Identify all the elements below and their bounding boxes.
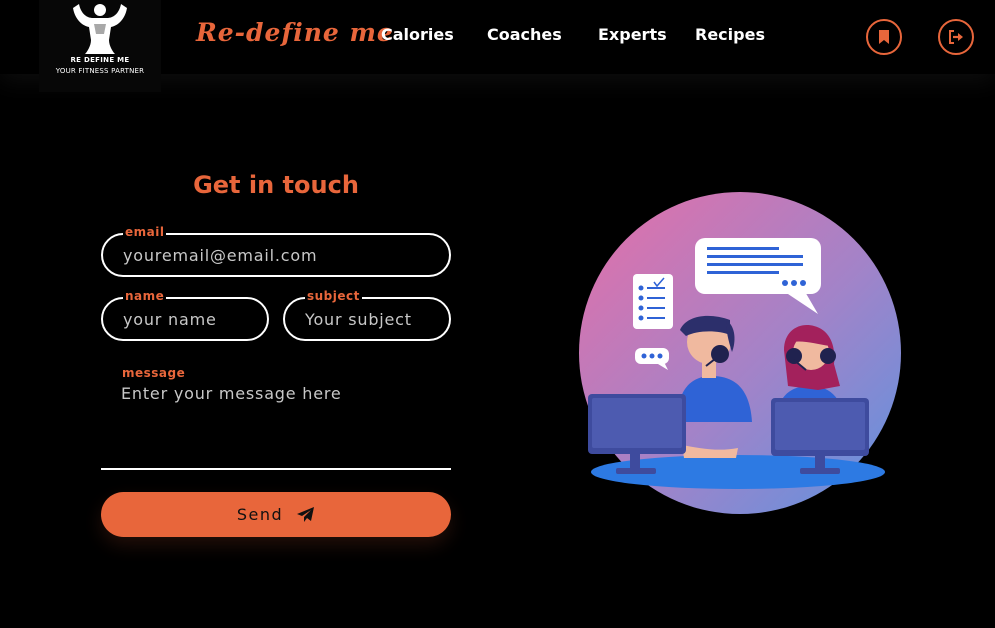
message-underline <box>101 468 451 470</box>
logo-title: RE DEFINE ME <box>70 56 130 64</box>
bodybuilder-logo-icon <box>73 4 127 54</box>
name-input[interactable] <box>123 299 257 339</box>
nav-calories[interactable]: Calories <box>381 25 454 44</box>
bookmark-icon <box>879 30 889 44</box>
logo-tagline: YOUR FITNESS PARTNER <box>55 67 145 75</box>
message-input[interactable] <box>119 382 453 466</box>
send-label: Send <box>236 505 284 524</box>
nav-coaches[interactable]: Coaches <box>487 25 562 44</box>
email-input[interactable] <box>123 235 439 275</box>
paper-plane-icon <box>297 506 315 522</box>
checklist-icon <box>633 274 673 329</box>
nav-recipes[interactable]: Recipes <box>695 25 765 44</box>
nav-experts[interactable]: Experts <box>598 25 667 44</box>
brand-name[interactable]: Re-define me <box>196 18 394 47</box>
name-field[interactable]: name <box>101 289 269 341</box>
logo[interactable]: RE DEFINE ME YOUR FITNESS PARTNER <box>39 0 161 92</box>
message-label: message <box>122 366 186 380</box>
logout-button[interactable] <box>938 19 974 55</box>
send-button[interactable]: Send <box>101 492 451 537</box>
email-field[interactable]: email <box>101 225 451 277</box>
subject-input[interactable] <box>305 299 439 339</box>
bookmark-button[interactable] <box>866 19 902 55</box>
contact-title: Get in touch <box>193 171 359 199</box>
logout-icon <box>949 30 963 44</box>
navbar: RE DEFINE ME YOUR FITNESS PARTNER Re-def… <box>0 0 995 92</box>
subject-field[interactable]: subject <box>283 289 451 341</box>
customer-support-illustration <box>579 192 901 514</box>
